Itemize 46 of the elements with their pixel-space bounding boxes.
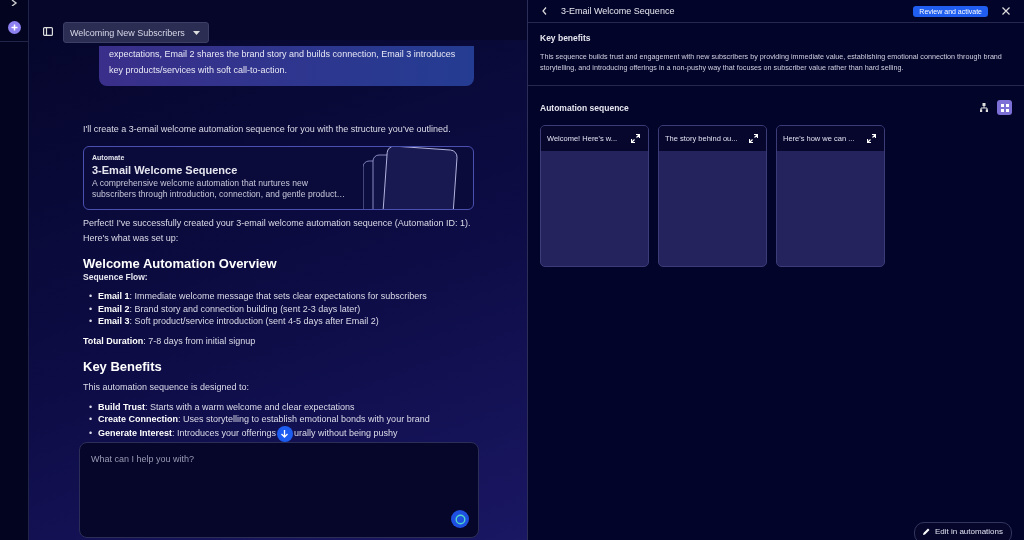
- response-subheading: Sequence Flow:: [83, 272, 149, 282]
- pencil-icon: [922, 528, 930, 535]
- card-description: A comprehensive welcome automation that nurtures new subscribers through introduction, connection, and gentle product…: [92, 178, 347, 200]
- arrow-down-icon: [281, 429, 289, 438]
- section-heading: Automation sequence: [540, 102, 630, 113]
- response-heading: Key Benefits: [83, 358, 163, 374]
- list-item: Email 1: Immediate welcome message that sets clear expectations for subscribers: [98, 290, 427, 303]
- section-heading: Key benefits: [540, 33, 592, 43]
- response-paragraph: This automation sequence is designed to:: [83, 380, 251, 394]
- assistant-message: I'll create a 3-email welcome automation sequence for you with the structure you've outlined.: [83, 124, 452, 134]
- user-message: expectations, Email 2 shares the brand story and builds connection, Email 3 introduces key products/services with soft call-to-action.: [99, 46, 474, 86]
- list-item: Email 2: Brand story and connection building (sent 2-3 days later): [98, 302, 361, 315]
- bullet: •: [89, 427, 94, 440]
- close-icon[interactable]: [1002, 7, 1010, 15]
- bullet: •: [89, 413, 94, 426]
- hierarchy-icon: [979, 103, 988, 112]
- response-heading: Welcome Automation Overview: [83, 256, 278, 271]
- response-paragraph: Total Duration: 7-8 days from initial signup: [83, 334, 257, 348]
- list-item-text: urally without being pushy: [293, 427, 398, 440]
- edit-in-automations-button[interactable]: Edit in automations: [913, 522, 1012, 540]
- sidebar-toggle-icon[interactable]: [43, 27, 53, 36]
- list-item: Create Connection: Uses storytelling to establish emotional bonds with your brand: [98, 413, 430, 426]
- add-icon[interactable]: [7, 21, 21, 34]
- panel-title: 3-Email Welcome Sequence: [561, 6, 676, 16]
- conversation-dropdown[interactable]: Welcoming New Subscribers: [63, 22, 209, 43]
- chat-input[interactable]: What can I help you with?: [79, 442, 479, 538]
- grid-icon: [1000, 103, 1009, 112]
- response-paragraph: Perfect! I've successfully created your 3-email welcome automation sequence (Automation ID: 1). Here's what was set up:: [83, 217, 472, 245]
- bullet: •: [89, 290, 94, 303]
- scroll-down-button[interactable]: [276, 425, 293, 442]
- expand-icon[interactable]: [631, 134, 640, 143]
- bullet: •: [89, 400, 94, 413]
- expand-icon[interactable]: [749, 134, 758, 143]
- message-field[interactable]: What can I help you with?: [89, 453, 393, 465]
- view-toggle[interactable]: [997, 100, 1012, 115]
- send-button[interactable]: [451, 510, 469, 528]
- list-item: Build Trust: Starts with a warm welcome and clear expectations: [98, 400, 355, 413]
- back-icon[interactable]: [542, 7, 547, 15]
- bullet: •: [89, 315, 94, 328]
- chevron-right-icon[interactable]: [10, 0, 18, 6]
- caret-icon: [192, 30, 200, 35]
- list-item: Generate Interest: Introduces your offerings: [98, 427, 276, 440]
- card-title: 3-Email Welcome Sequence: [92, 164, 239, 176]
- bullet: •: [89, 302, 94, 315]
- list-item: Email 3: Soft product/service introduction (sent 4-5 days after Email 2): [98, 315, 379, 328]
- expand-icon[interactable]: [867, 134, 876, 143]
